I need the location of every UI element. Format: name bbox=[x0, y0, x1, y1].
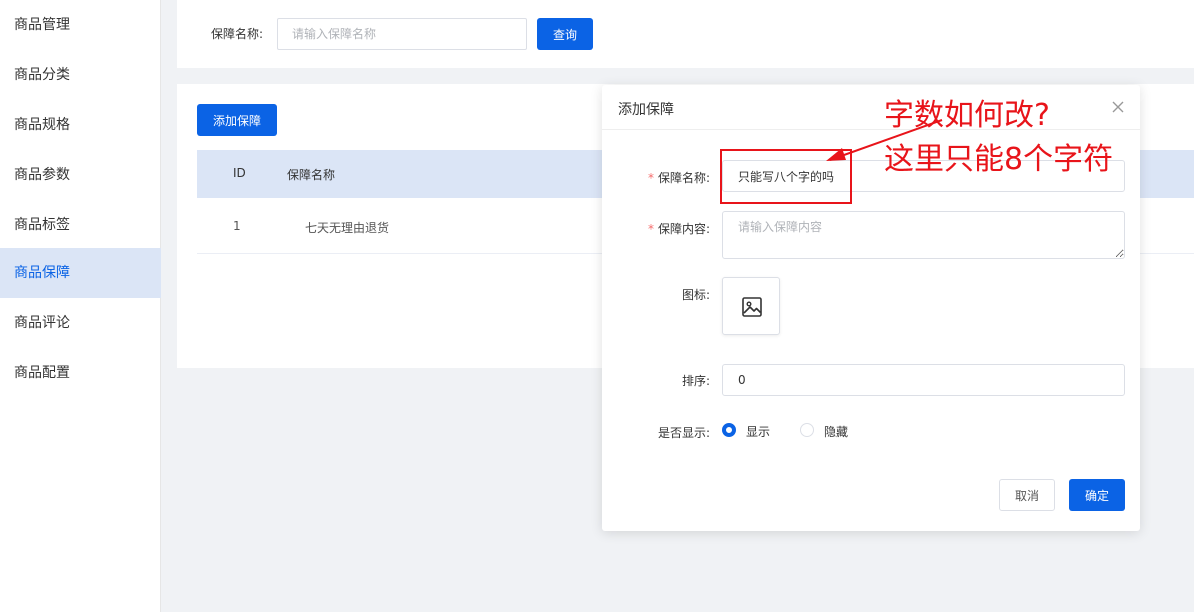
sort-label: 排序: bbox=[681, 374, 710, 388]
annotation-text-line2: 这里只能8个字符 bbox=[884, 142, 1114, 177]
cell-name: 七天无理由退货 bbox=[305, 221, 390, 235]
radio-hide[interactable] bbox=[800, 423, 814, 437]
dialog-title: 添加保障 bbox=[618, 102, 674, 118]
sort-input[interactable] bbox=[722, 364, 1125, 396]
sidebar-item-product-reviews[interactable]: 商品评论 bbox=[0, 298, 161, 348]
guarantee-content-textarea[interactable] bbox=[722, 211, 1125, 259]
sidebar-item-product-tags[interactable]: 商品标签 bbox=[0, 200, 161, 250]
sidebar-item-product-config[interactable]: 商品配置 bbox=[0, 348, 161, 398]
dialog-header: 添加保障 bbox=[602, 85, 1140, 130]
annotation-highlight-box bbox=[720, 149, 852, 204]
sidebar-item-product-management[interactable]: 商品管理 bbox=[0, 0, 161, 50]
sidebar: 商品管理 商品分类 商品规格 商品参数 商品标签 商品保障 商品评论 商品配置 bbox=[0, 0, 161, 612]
icon-label: 图标: bbox=[681, 288, 710, 302]
radio-show-label[interactable]: 显示 bbox=[746, 423, 770, 440]
sidebar-item-product-spec[interactable]: 商品规格 bbox=[0, 100, 161, 150]
confirm-button[interactable]: 确定 bbox=[1069, 479, 1125, 511]
cancel-button[interactable]: 取消 bbox=[999, 479, 1055, 511]
search-input[interactable] bbox=[277, 18, 527, 50]
search-label: 保障名称: bbox=[211, 27, 264, 41]
add-guarantee-button[interactable]: 添加保障 bbox=[197, 104, 277, 136]
column-header-id: ID bbox=[233, 166, 246, 180]
guarantee-name-label-text: 保障名称: bbox=[657, 171, 710, 185]
guarantee-name-label: * 保障名称: bbox=[648, 169, 710, 186]
cell-id: 1 bbox=[233, 219, 241, 233]
display-label: 是否显示: bbox=[657, 426, 710, 440]
icon-upload-button[interactable] bbox=[722, 277, 780, 335]
sidebar-item-product-category[interactable]: 商品分类 bbox=[0, 50, 161, 100]
image-icon bbox=[742, 297, 762, 317]
radio-show[interactable] bbox=[722, 423, 736, 437]
required-mark: * bbox=[647, 222, 654, 236]
sidebar-item-product-params[interactable]: 商品参数 bbox=[0, 150, 161, 200]
query-button[interactable]: 查询 bbox=[537, 18, 593, 50]
close-icon[interactable] bbox=[1110, 99, 1126, 115]
search-panel: 保障名称: 查询 bbox=[177, 0, 1194, 68]
annotation-text-line1: 字数如何改? bbox=[884, 98, 1050, 133]
radio-hide-label[interactable]: 隐藏 bbox=[824, 423, 848, 440]
guarantee-content-label-text: 保障内容: bbox=[657, 222, 710, 236]
required-mark: * bbox=[647, 171, 654, 185]
guarantee-content-label: * 保障内容: bbox=[648, 220, 710, 237]
sidebar-item-product-guarantee[interactable]: 商品保障 bbox=[0, 248, 161, 298]
column-header-name: 保障名称 bbox=[287, 168, 336, 182]
